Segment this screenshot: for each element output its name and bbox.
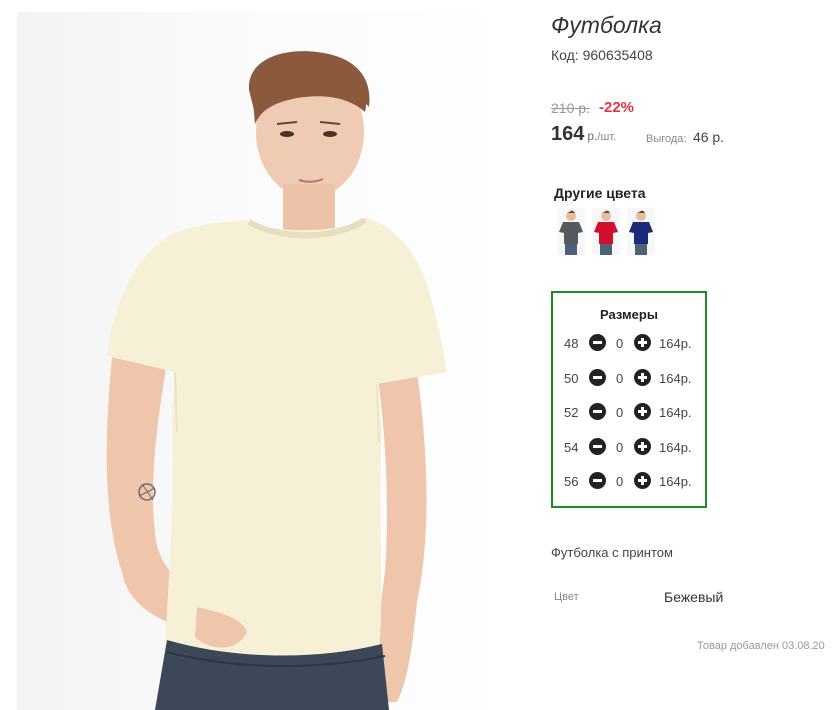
size-label: 48 xyxy=(564,336,579,351)
size-price: 164р. xyxy=(659,405,692,420)
added-date: Товар добавлен 03.08.20 xyxy=(697,640,825,652)
savings-value: 46 р. xyxy=(692,129,725,145)
plus-icon[interactable] xyxy=(634,369,651,386)
color-swatch-navy[interactable] xyxy=(627,208,655,255)
quantity-value: 0 xyxy=(616,371,624,386)
size-label: 52 xyxy=(564,405,579,420)
navy-shirt-thumbnail xyxy=(629,210,653,255)
savings-label: Выгода: xyxy=(646,133,687,145)
size-label: 50 xyxy=(564,371,579,386)
quantity-value: 0 xyxy=(616,336,624,351)
sizes-panel: Размеры 48 0 164р. 50 0 164р. 52 0 164р.… xyxy=(551,291,707,508)
size-price: 164р. xyxy=(659,440,692,455)
size-price: 164р. xyxy=(659,474,692,489)
discount-badge: -22% xyxy=(599,99,635,116)
color-swatch-red[interactable] xyxy=(592,208,620,255)
quantity-value: 0 xyxy=(616,405,624,420)
quantity-value: 0 xyxy=(616,474,624,489)
minus-icon[interactable] xyxy=(589,403,606,420)
size-label: 56 xyxy=(564,474,579,489)
color-attribute-label: Цвет xyxy=(554,591,579,603)
quantity-value: 0 xyxy=(616,440,624,455)
sku-value: 960635408 xyxy=(582,47,653,63)
size-price: 164р. xyxy=(659,371,692,386)
size-row-50: 50 0 164р. xyxy=(553,369,705,389)
gray-shirt-thumbnail xyxy=(559,210,583,255)
other-colors-heading: Другие цвета xyxy=(554,185,646,201)
size-row-52: 52 0 164р. xyxy=(553,403,705,423)
current-price: 164 xyxy=(551,123,585,145)
product-page: Футболка Код: 960635408 210 р. -22% 164 р… xyxy=(0,0,835,710)
red-shirt-thumbnail xyxy=(594,210,618,255)
product-title: Футболка xyxy=(551,12,662,38)
color-swatches xyxy=(557,208,655,255)
plus-icon[interactable] xyxy=(634,438,651,455)
savings: Выгода: 46 р. xyxy=(646,129,724,147)
minus-icon[interactable] xyxy=(589,438,606,455)
minus-icon[interactable] xyxy=(589,472,606,489)
size-row-48: 48 0 164р. xyxy=(553,334,705,354)
color-attribute-value: Бежевый xyxy=(664,589,724,605)
old-price: 210 р. xyxy=(551,100,590,116)
color-swatch-gray[interactable] xyxy=(557,208,585,255)
price-row: 164 р./шт. xyxy=(551,123,616,146)
size-price: 164р. xyxy=(659,336,692,351)
minus-icon[interactable] xyxy=(589,369,606,386)
sku-label: Код: xyxy=(551,47,579,63)
sizes-heading: Размеры xyxy=(600,307,658,322)
size-row-54: 54 0 164р. xyxy=(553,438,705,458)
minus-icon[interactable] xyxy=(589,334,606,351)
price-per-unit: /шт. xyxy=(597,131,617,143)
size-row-56: 56 0 164р. xyxy=(553,472,705,492)
product-description: Футболка с принтом xyxy=(551,545,673,560)
size-label: 54 xyxy=(564,440,579,455)
model-illustration xyxy=(106,51,447,710)
product-sku: Код: 960635408 xyxy=(551,47,653,63)
plus-icon[interactable] xyxy=(634,403,651,420)
plus-icon[interactable] xyxy=(634,334,651,351)
product-photo[interactable] xyxy=(17,12,509,710)
plus-icon[interactable] xyxy=(634,472,651,489)
price-unit: р. xyxy=(587,129,598,143)
